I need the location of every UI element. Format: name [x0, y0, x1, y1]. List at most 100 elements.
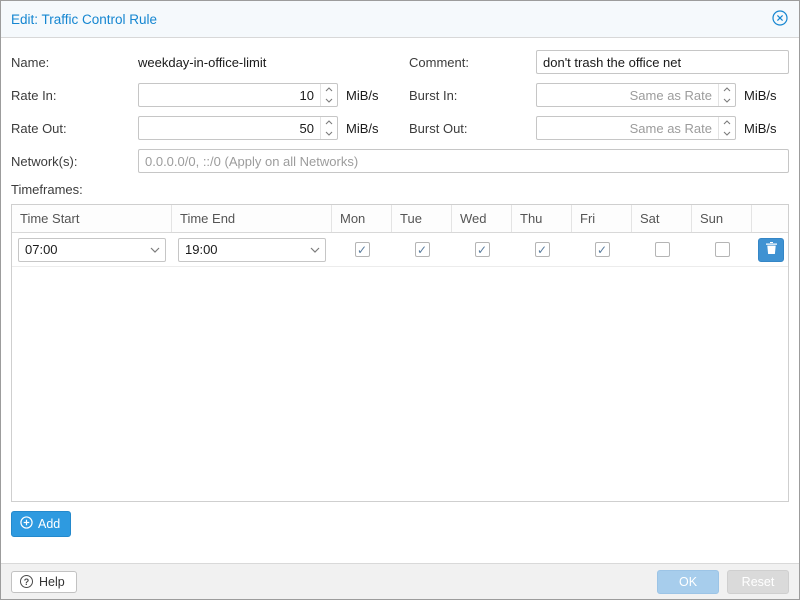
- spinner-up-icon[interactable]: [719, 84, 735, 95]
- fri-cell: [572, 242, 632, 257]
- burst-out-spinner: [718, 117, 735, 139]
- spinner-up-icon[interactable]: [321, 84, 337, 95]
- trash-icon: [766, 242, 777, 257]
- time-start-input[interactable]: [19, 239, 145, 261]
- column-header-tue[interactable]: Tue: [392, 205, 452, 232]
- rate-in-field-wrap: [138, 83, 338, 107]
- grid-header: Time Start Time End Mon Tue Wed Thu Fri …: [12, 205, 788, 233]
- row-networks: Network(s):: [11, 149, 789, 173]
- time-end-combo: [178, 238, 326, 262]
- row-name-comment: Name: weekday-in-office-limit Comment:: [11, 50, 789, 74]
- dialog-footer: ? Help OK Reset: [1, 563, 799, 599]
- comment-label: Comment:: [409, 55, 536, 70]
- spinner-down-icon[interactable]: [719, 95, 735, 106]
- time-start-cell: [12, 238, 172, 262]
- edit-traffic-control-rule-dialog: Edit: Traffic Control Rule Name: weekday…: [0, 0, 800, 600]
- comment-field-group: Comment:: [409, 50, 789, 74]
- delete-row-button[interactable]: [758, 238, 784, 262]
- burst-in-label: Burst In:: [409, 88, 536, 103]
- sun-cell: [692, 242, 752, 257]
- tue-cell: [392, 242, 452, 257]
- name-value: weekday-in-office-limit: [138, 55, 266, 70]
- networks-label: Network(s):: [11, 154, 138, 169]
- burst-in-spinner: [718, 84, 735, 106]
- row-rate-in-burst-in: Rate In: MiB/s Burst In:: [11, 83, 789, 107]
- burst-in-unit: MiB/s: [744, 88, 777, 103]
- grid-empty-area: [12, 267, 788, 501]
- chevron-down-icon[interactable]: [145, 239, 165, 261]
- column-header-wed[interactable]: Wed: [452, 205, 512, 232]
- tue-checkbox[interactable]: [415, 242, 430, 257]
- rate-in-field-group: Rate In: MiB/s: [11, 83, 391, 107]
- row-rate-out-burst-out: Rate Out: MiB/s Burst Out:: [11, 116, 789, 140]
- column-header-sat[interactable]: Sat: [632, 205, 692, 232]
- rate-out-unit: MiB/s: [346, 121, 379, 136]
- name-field-group: Name: weekday-in-office-limit: [11, 50, 391, 74]
- burst-out-field-wrap: [536, 116, 736, 140]
- column-header-thu[interactable]: Thu: [512, 205, 572, 232]
- spinner-up-icon[interactable]: [719, 117, 735, 128]
- rate-out-field-group: Rate Out: MiB/s: [11, 116, 391, 140]
- sat-checkbox[interactable]: [655, 242, 670, 257]
- timeframes-label: Timeframes:: [11, 182, 789, 197]
- wed-checkbox[interactable]: [475, 242, 490, 257]
- rate-out-input[interactable]: [139, 117, 320, 139]
- help-button[interactable]: ? Help: [11, 571, 77, 593]
- dialog-body: Name: weekday-in-office-limit Comment: R…: [1, 38, 799, 563]
- add-button-label: Add: [38, 517, 60, 531]
- rate-out-field-wrap: [138, 116, 338, 140]
- rate-in-input[interactable]: [139, 84, 320, 106]
- networks-input[interactable]: [139, 150, 788, 172]
- plus-circle-icon: [20, 516, 33, 532]
- mon-checkbox[interactable]: [355, 242, 370, 257]
- column-header-time-end[interactable]: Time End: [172, 205, 332, 232]
- time-end-cell: [172, 238, 332, 262]
- sun-checkbox[interactable]: [715, 242, 730, 257]
- timeframes-grid: Time Start Time End Mon Tue Wed Thu Fri …: [11, 204, 789, 502]
- column-header-sun[interactable]: Sun: [692, 205, 752, 232]
- spinner-up-icon[interactable]: [321, 117, 337, 128]
- ok-button[interactable]: OK: [657, 570, 719, 594]
- time-start-combo: [18, 238, 166, 262]
- mon-cell: [332, 242, 392, 257]
- close-button[interactable]: [771, 10, 789, 28]
- networks-field-group: Network(s):: [11, 149, 789, 173]
- rate-out-label: Rate Out:: [11, 121, 138, 136]
- dialog-header: Edit: Traffic Control Rule: [1, 1, 799, 38]
- burst-out-label: Burst Out:: [409, 121, 536, 136]
- column-header-mon[interactable]: Mon: [332, 205, 392, 232]
- rate-in-spinner: [320, 84, 337, 106]
- dialog-title: Edit: Traffic Control Rule: [11, 12, 771, 27]
- chevron-down-icon[interactable]: [305, 239, 325, 261]
- burst-out-field-group: Burst Out: MiB/s: [409, 116, 789, 140]
- actions-cell: [752, 238, 790, 262]
- timeframe-row: [12, 233, 788, 267]
- burst-in-field-wrap: [536, 83, 736, 107]
- networks-field-wrap: [138, 149, 789, 173]
- spinner-down-icon[interactable]: [321, 128, 337, 139]
- time-end-input[interactable]: [179, 239, 305, 261]
- help-button-label: Help: [39, 575, 65, 589]
- fri-checkbox[interactable]: [595, 242, 610, 257]
- column-header-fri[interactable]: Fri: [572, 205, 632, 232]
- comment-field-wrap: [536, 50, 789, 74]
- rate-out-spinner: [320, 117, 337, 139]
- reset-button[interactable]: Reset: [727, 570, 789, 594]
- add-button[interactable]: Add: [11, 511, 71, 537]
- spinner-down-icon[interactable]: [719, 128, 735, 139]
- burst-in-input[interactable]: [537, 84, 718, 106]
- burst-out-input[interactable]: [537, 117, 718, 139]
- column-header-actions: [752, 205, 788, 232]
- rate-in-unit: MiB/s: [346, 88, 379, 103]
- close-icon: [772, 10, 788, 29]
- rate-in-label: Rate In:: [11, 88, 138, 103]
- sat-cell: [632, 242, 692, 257]
- column-header-time-start[interactable]: Time Start: [12, 205, 172, 232]
- thu-cell: [512, 242, 572, 257]
- thu-checkbox[interactable]: [535, 242, 550, 257]
- question-circle-icon: ?: [20, 575, 33, 588]
- wed-cell: [452, 242, 512, 257]
- spinner-down-icon[interactable]: [321, 95, 337, 106]
- burst-in-field-group: Burst In: MiB/s: [409, 83, 789, 107]
- comment-input[interactable]: [537, 51, 788, 73]
